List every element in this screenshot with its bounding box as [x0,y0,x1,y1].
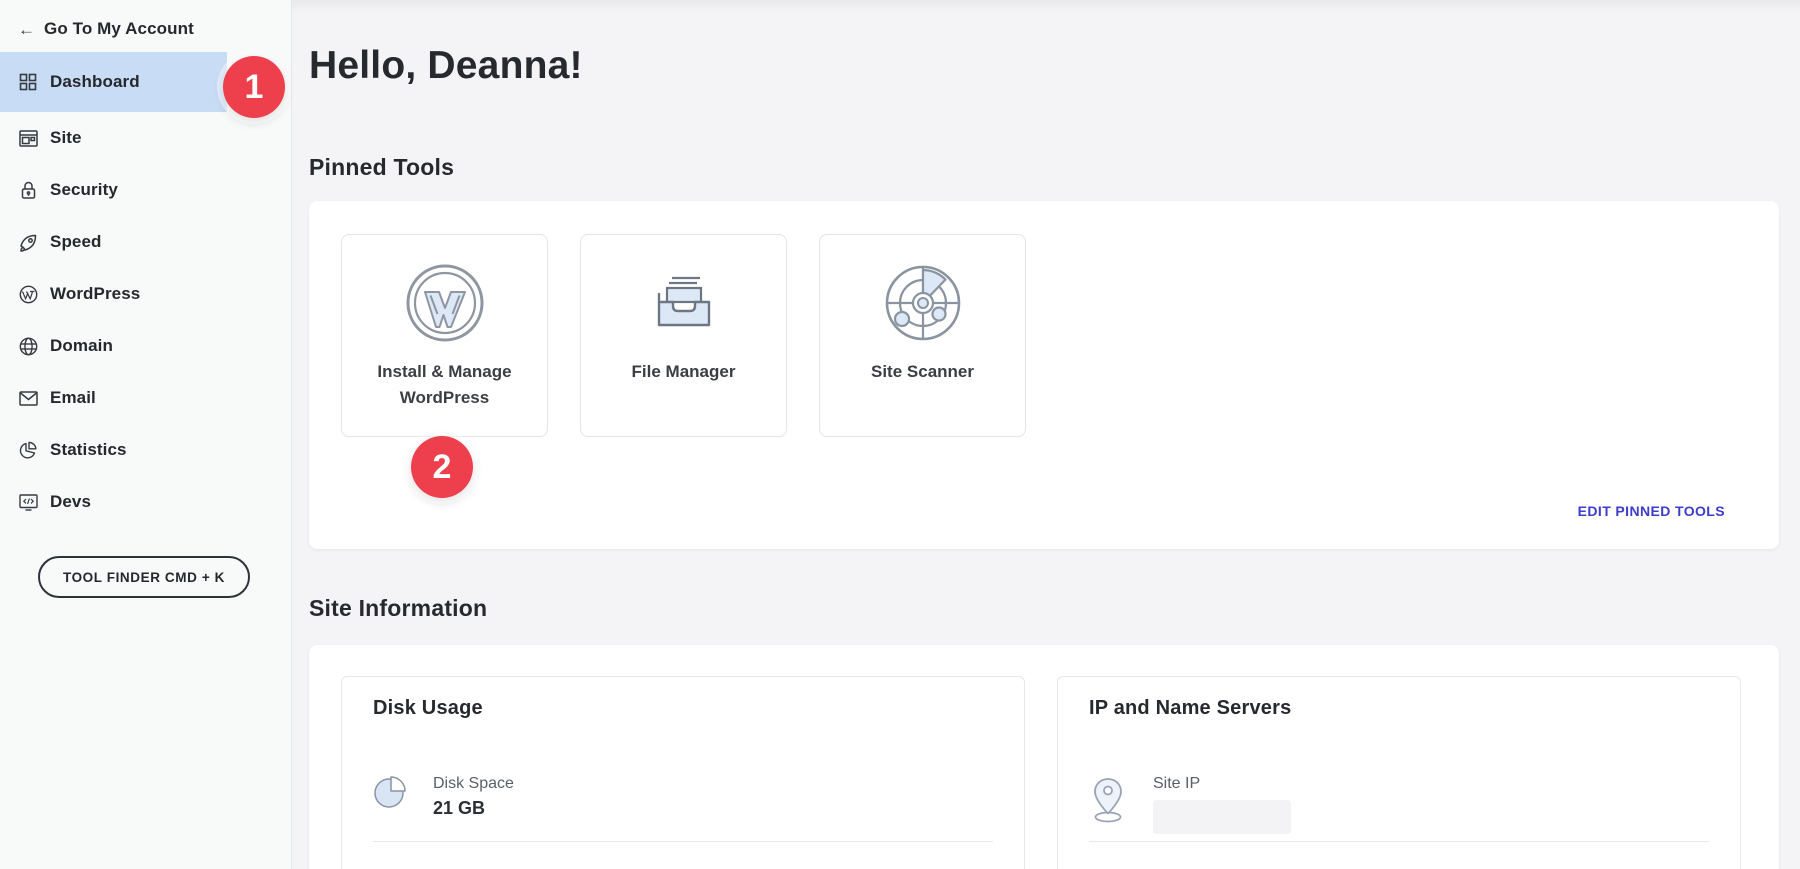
tool-finder-button[interactable]: TOOL FINDER CMD + K [38,556,250,598]
sidebar-item-wordpress[interactable]: WordPress [0,268,291,320]
greeting-heading: Hello, Deanna! [309,44,1779,88]
site-information-cards: Disk Usage Disk Space 21 GB [341,676,1747,869]
pinned-tool-install-manage-wordpress[interactable]: Install & Manage WordPress [341,234,548,437]
edit-pinned-tools-link[interactable]: EDIT PINNED TOOLS [1578,503,1725,519]
site-information-heading: Site Information [309,595,1779,622]
rocket-icon [18,232,38,252]
pinned-tool-label: Site Scanner [871,359,974,385]
sidebar: ← Go To My Account Dashboard [0,0,292,869]
disk-space-row: Disk Space 21 GB [373,775,993,819]
sidebar-item-label: Domain [50,336,113,356]
disk-usage-title: Disk Usage [373,697,993,720]
sidebar-item-label: Devs [50,492,91,512]
site-information-panel: Disk Usage Disk Space 21 GB [309,645,1779,869]
envelope-icon [18,388,38,408]
go-to-my-account-label: Go To My Account [44,19,194,39]
site-scanner-icon [881,261,965,345]
wordpress-icon [18,284,38,304]
annotation-step-badge-1: 1 [223,56,285,118]
site-ip-label: Site IP [1153,775,1291,793]
sidebar-item-label: Security [50,180,118,200]
sidebar-item-speed[interactable]: Speed [0,216,291,268]
sidebar-item-site[interactable]: Site [0,112,291,164]
browser-icon [18,128,38,148]
ip-name-servers-title: IP and Name Servers [1089,697,1709,720]
sidebar-item-statistics[interactable]: Statistics [0,424,291,476]
pinned-tool-label: Install & Manage WordPress [360,359,530,411]
pinned-tool-file-manager[interactable]: File Manager [580,234,787,437]
disk-space-label: Disk Space [433,775,514,793]
sidebar-item-label: Statistics [50,440,127,460]
ip-name-servers-card: IP and Name Servers Site IP [1057,676,1741,869]
go-to-my-account-link[interactable]: ← Go To My Account [0,8,291,50]
pinned-tools-list: Install & Manage WordPress File Manager [341,234,1747,437]
site-ip-value-redacted [1153,800,1291,834]
card-divider [373,841,993,842]
sidebar-item-dashboard[interactable]: Dashboard [0,52,227,112]
annotation-step-badge-2: 2 [411,436,473,498]
site-ip-text: Site IP [1153,775,1291,834]
lock-icon [18,180,38,200]
sidebar-item-domain[interactable]: Domain [0,320,291,372]
globe-icon [18,336,38,356]
site-ip-row: Site IP [1089,775,1709,834]
file-manager-icon [642,261,726,345]
card-divider [1089,841,1709,842]
app-root: ← Go To My Account Dashboard [0,0,1800,869]
sidebar-item-label: Email [50,388,96,408]
grid-icon [18,72,38,92]
disk-space-text: Disk Space 21 GB [433,775,514,819]
code-icon [18,492,38,512]
sidebar-nav: Dashboard Site [0,52,291,528]
main-content: Hello, Deanna! Pinned Tools Install & Ma… [292,0,1800,869]
sidebar-item-security[interactable]: Security [0,164,291,216]
top-scroll-shadow [292,0,1800,14]
sidebar-item-label: Site [50,128,82,148]
sidebar-item-label: WordPress [50,284,140,304]
sidebar-item-devs[interactable]: Devs [0,476,291,528]
disk-space-value: 21 GB [433,798,514,819]
sidebar-item-email[interactable]: Email [0,372,291,424]
wordpress-logo-icon [403,261,487,345]
sidebar-item-label: Speed [50,232,102,252]
location-pin-icon [1089,775,1127,834]
pinned-tool-label: File Manager [632,359,736,385]
disk-pie-icon [373,775,407,819]
pinned-tool-site-scanner[interactable]: Site Scanner [819,234,1026,437]
disk-usage-card: Disk Usage Disk Space 21 GB [341,676,1025,869]
pie-chart-icon [18,440,38,460]
back-arrow-icon: ← [18,21,40,38]
pinned-tools-heading: Pinned Tools [309,154,1779,181]
pinned-tools-panel: Install & Manage WordPress File Manager [309,201,1779,549]
sidebar-item-label: Dashboard [50,72,140,92]
